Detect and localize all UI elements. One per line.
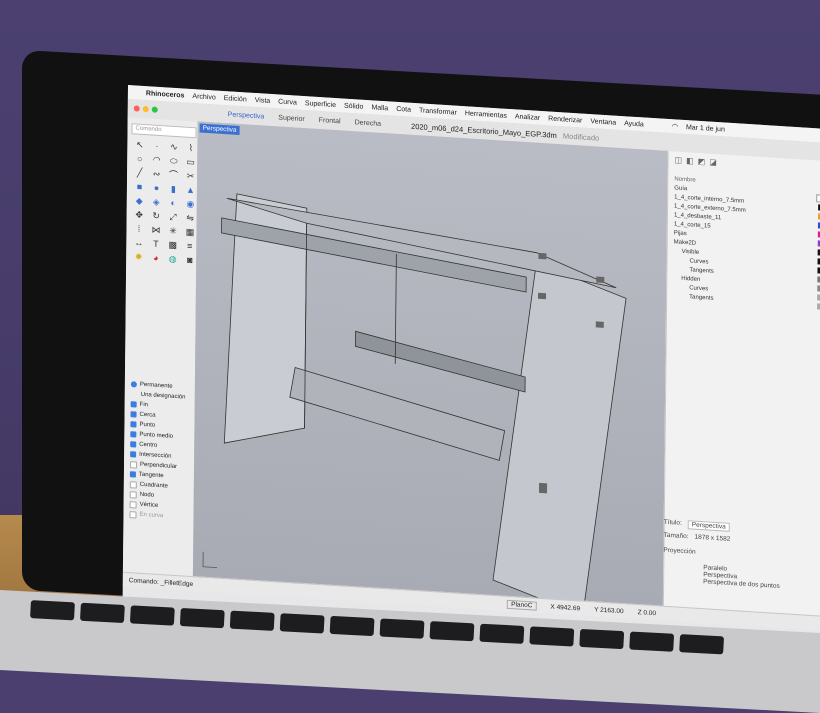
rotate-icon[interactable]: ↻: [150, 210, 163, 222]
material-icon[interactable]: ◍: [166, 253, 179, 265]
camera-icon[interactable]: ◙: [183, 254, 196, 266]
menu-ayuda[interactable]: Ayuda: [624, 120, 644, 128]
bracket: [538, 253, 546, 259]
menubar-date[interactable]: Mar 1 de jun: [686, 124, 725, 133]
projection-label: Proyección: [663, 547, 820, 564]
properties-tab-icon[interactable]: ◧: [686, 156, 694, 165]
curve-icon[interactable]: ∿: [167, 141, 180, 153]
menu-curva[interactable]: Curva: [278, 98, 297, 106]
size-label: Tamaño:: [664, 532, 689, 541]
line-icon[interactable]: ╱: [133, 167, 146, 179]
menu-malla[interactable]: Malla: [371, 104, 388, 112]
tab-derecha[interactable]: Derecha: [355, 119, 382, 128]
desk-right-panel: [493, 260, 627, 605]
menu-transformar[interactable]: Transformar: [419, 107, 457, 116]
title-label: Título:: [664, 519, 682, 529]
boolean-icon[interactable]: ◉: [184, 199, 197, 211]
mirror-icon[interactable]: ⇋: [184, 213, 197, 225]
circle-icon[interactable]: ○: [133, 153, 146, 165]
cylinder-icon[interactable]: ▮: [167, 183, 180, 195]
size-value[interactable]: 1878 x 1582: [695, 534, 731, 543]
move-icon[interactable]: ✥: [133, 209, 146, 221]
minimize-window-button[interactable]: [143, 106, 149, 112]
select-arrow-icon[interactable]: ↖: [133, 139, 146, 151]
desk-3d-model: [193, 121, 668, 605]
explode-icon[interactable]: ✳: [166, 225, 179, 237]
freeform-icon[interactable]: ∾: [150, 168, 163, 180]
tab-perspectiva[interactable]: Perspectiva: [228, 111, 265, 120]
object-snap-panel: Permanente Una designación Fin Cerca Pun…: [129, 379, 192, 523]
extrude-icon[interactable]: ◆: [133, 195, 146, 207]
polyline-icon[interactable]: ⌇: [184, 143, 197, 155]
command-history[interactable]: Comando: _FilletEdge: [129, 577, 193, 588]
arc-icon[interactable]: ◠: [150, 154, 163, 166]
desk-stretcher: [289, 367, 505, 460]
cone-icon[interactable]: ▲: [184, 185, 197, 197]
menu-vista[interactable]: Vista: [255, 96, 271, 104]
desk-lower-shelf: [355, 331, 526, 392]
menu-superficie[interactable]: Superficie: [305, 100, 336, 109]
loft-icon[interactable]: ◈: [150, 196, 163, 208]
display-tab-icon[interactable]: ◩: [698, 157, 706, 166]
menu-ventana[interactable]: Ventana: [590, 118, 616, 127]
coord-x: X 4942.69: [550, 603, 580, 612]
menu-cota[interactable]: Cota: [396, 105, 411, 113]
command-input[interactable]: Comando: [131, 123, 196, 138]
modified-label: Modificado: [563, 131, 599, 142]
hatch-icon[interactable]: ▩: [166, 239, 179, 251]
join-icon[interactable]: ⋈: [149, 224, 162, 236]
text-icon[interactable]: T: [149, 238, 162, 250]
dimension-icon[interactable]: ↔: [132, 237, 145, 249]
perspective-viewport[interactable]: Perspectiva: [193, 121, 668, 605]
menu-analizar[interactable]: Analizar: [515, 113, 540, 122]
bracket: [596, 276, 604, 282]
zoom-window-button[interactable]: [152, 106, 158, 112]
tab-superior[interactable]: Superior: [278, 114, 305, 123]
group-icon[interactable]: ▦: [183, 227, 196, 239]
sweep-icon[interactable]: ◐: [167, 197, 180, 209]
menu-herramientas[interactable]: Herramientas: [465, 110, 507, 120]
layers-tab-icon[interactable]: ◫: [674, 155, 682, 164]
sphere-icon[interactable]: ●: [150, 182, 163, 194]
fillet-icon[interactable]: ⌒: [167, 169, 180, 181]
axis-gizmo: [203, 552, 217, 568]
toolbox-sidebar: Comando ↖ · ∿ ⌇ ○ ◠ ⬭ ▭ ╱ ∾ ⌒ ✂ ■ ● ▮ ▲ …: [123, 117, 199, 581]
light-icon[interactable]: ✹: [132, 251, 145, 263]
wifi-icon[interactable]: ◠: [672, 122, 678, 130]
viewport-title-field[interactable]: Perspectiva: [688, 520, 730, 532]
bracket: [538, 293, 546, 299]
layer-list: Nombre Guía 1_4_corte_interno_7.5mm 1_4_…: [673, 175, 820, 310]
rectangle-icon[interactable]: ▭: [184, 157, 197, 169]
render-icon[interactable]: ◕: [149, 252, 162, 264]
render-tab-icon[interactable]: ◪: [709, 158, 717, 167]
cplane-selector[interactable]: PlanoC: [507, 599, 536, 610]
coord-y: Y 2163.00: [594, 606, 624, 615]
array-icon[interactable]: ⁞: [132, 223, 145, 235]
coord-z: Z 0.00: [638, 609, 657, 617]
point-icon[interactable]: ·: [150, 140, 163, 152]
window-controls: [134, 105, 158, 113]
box-icon[interactable]: ■: [133, 181, 146, 193]
trim-icon[interactable]: ✂: [184, 171, 197, 183]
tab-frontal[interactable]: Frontal: [319, 117, 341, 125]
scale-icon[interactable]: ⤢: [167, 211, 180, 223]
ellipse-icon[interactable]: ⬭: [167, 155, 180, 167]
menu-edicion[interactable]: Edición: [224, 95, 247, 103]
laptop-screen: Rhinoceros Archivo Edición Vista Curva S…: [123, 85, 820, 649]
menu-solido[interactable]: Sólido: [344, 102, 364, 110]
layer-icon[interactable]: ≡: [183, 240, 196, 252]
bracket: [539, 483, 547, 493]
tool-grid: ↖ · ∿ ⌇ ○ ◠ ⬭ ▭ ╱ ∾ ⌒ ✂ ■ ● ▮ ▲ ◆ ◈ ◐ ◉ …: [132, 139, 193, 266]
close-window-button[interactable]: [134, 105, 140, 111]
bracket: [596, 321, 604, 327]
menu-app-name[interactable]: Rhinoceros: [146, 90, 185, 99]
menu-renderizar[interactable]: Renderizar: [548, 115, 582, 124]
menu-archivo[interactable]: Archivo: [192, 93, 215, 101]
viewport-properties: Título: Perspectiva Tamaño: 1878 x 1582 …: [663, 519, 820, 593]
panel-tab-icons: ◫ ◧ ◩ ◪: [674, 155, 716, 167]
